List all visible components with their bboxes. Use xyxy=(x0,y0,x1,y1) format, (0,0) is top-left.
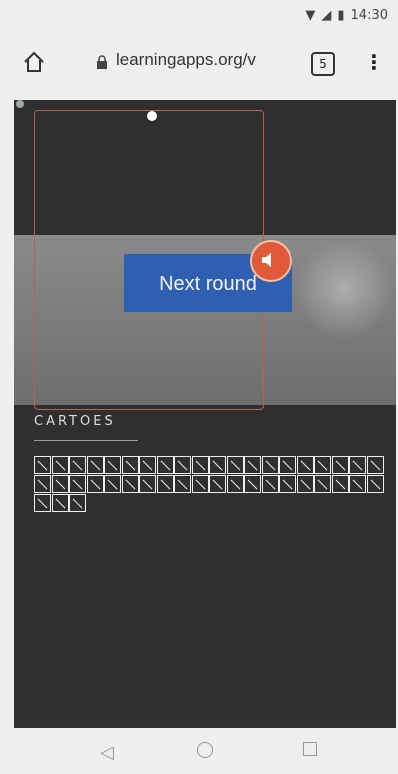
card-tile[interactable] xyxy=(156,456,174,474)
status-time: 14:30 xyxy=(350,8,388,23)
card-tile[interactable] xyxy=(261,475,279,493)
browser-toolbar: learningapps.org/v 5 ⋮ xyxy=(0,36,398,88)
circle-home-icon[interactable] xyxy=(197,742,213,758)
card-tile[interactable] xyxy=(69,494,86,512)
card-tile[interactable] xyxy=(296,475,314,493)
square-recents-icon[interactable] xyxy=(303,742,317,756)
lock-icon xyxy=(96,54,108,69)
card-tile[interactable] xyxy=(104,475,121,493)
card-tile[interactable] xyxy=(261,456,279,474)
card-tile[interactable] xyxy=(104,456,121,474)
battery-icon: ▮ xyxy=(337,8,345,23)
speaker-icon xyxy=(262,253,271,267)
card-grid xyxy=(34,456,384,513)
card-tile[interactable] xyxy=(366,475,384,493)
card-tile[interactable] xyxy=(331,475,349,493)
card-tile[interactable] xyxy=(296,456,314,474)
card-tile[interactable] xyxy=(156,475,174,493)
kebab-menu-icon[interactable]: ⋮ xyxy=(364,50,384,74)
card-tile[interactable] xyxy=(139,456,156,474)
url-field[interactable]: learningapps.org/v xyxy=(116,50,256,70)
card-tile[interactable] xyxy=(244,475,261,493)
card-tile[interactable] xyxy=(314,475,331,493)
card-tile[interactable] xyxy=(226,475,244,493)
card-tile[interactable] xyxy=(209,456,226,474)
wifi-icon: ▼ xyxy=(305,8,316,23)
card-tile[interactable] xyxy=(191,475,209,493)
card-tile[interactable] xyxy=(51,456,69,474)
home-button[interactable] xyxy=(22,50,46,74)
card-tile[interactable] xyxy=(51,494,69,512)
card-tile[interactable] xyxy=(139,475,156,493)
card-tile[interactable] xyxy=(209,475,226,493)
card-tile[interactable] xyxy=(86,456,104,474)
frame-handle[interactable] xyxy=(147,111,157,121)
card-tile[interactable] xyxy=(349,456,366,474)
card-tile[interactable] xyxy=(279,456,296,474)
card-tile[interactable] xyxy=(191,456,209,474)
card-tile[interactable] xyxy=(34,494,51,512)
learningapps-content: Next round CARTOES xyxy=(14,100,396,728)
card-tile[interactable] xyxy=(121,456,139,474)
card-tile[interactable] xyxy=(51,475,69,493)
triangle-back-icon[interactable]: ◁ xyxy=(100,742,114,763)
card-tile[interactable] xyxy=(366,456,384,474)
tab-switcher-button[interactable]: 5 xyxy=(311,52,335,76)
status-bar: ▼ ◢ ▮ 14:30 xyxy=(0,0,398,30)
card-tile[interactable] xyxy=(226,456,244,474)
signal-icon: ◢ xyxy=(321,8,332,23)
corner-marker xyxy=(16,100,24,108)
sound-button[interactable] xyxy=(250,240,292,282)
card-tile[interactable] xyxy=(279,475,296,493)
card-tile[interactable] xyxy=(349,475,366,493)
card-tile[interactable] xyxy=(69,456,86,474)
card-tile[interactable] xyxy=(314,456,331,474)
smoke-decoration xyxy=(294,240,394,340)
card-tile[interactable] xyxy=(86,475,104,493)
card-tile[interactable] xyxy=(244,456,261,474)
section-label: CARTOES xyxy=(34,414,116,429)
home-icon xyxy=(24,51,44,72)
android-nav-bar: ◁ xyxy=(0,730,398,774)
card-tile[interactable] xyxy=(34,456,51,474)
card-tile[interactable] xyxy=(121,475,139,493)
card-tile[interactable] xyxy=(331,456,349,474)
section-underline xyxy=(34,440,138,441)
card-tile[interactable] xyxy=(174,456,191,474)
card-tile[interactable] xyxy=(174,475,191,493)
card-tile[interactable] xyxy=(69,475,86,493)
card-tile[interactable] xyxy=(34,475,51,493)
